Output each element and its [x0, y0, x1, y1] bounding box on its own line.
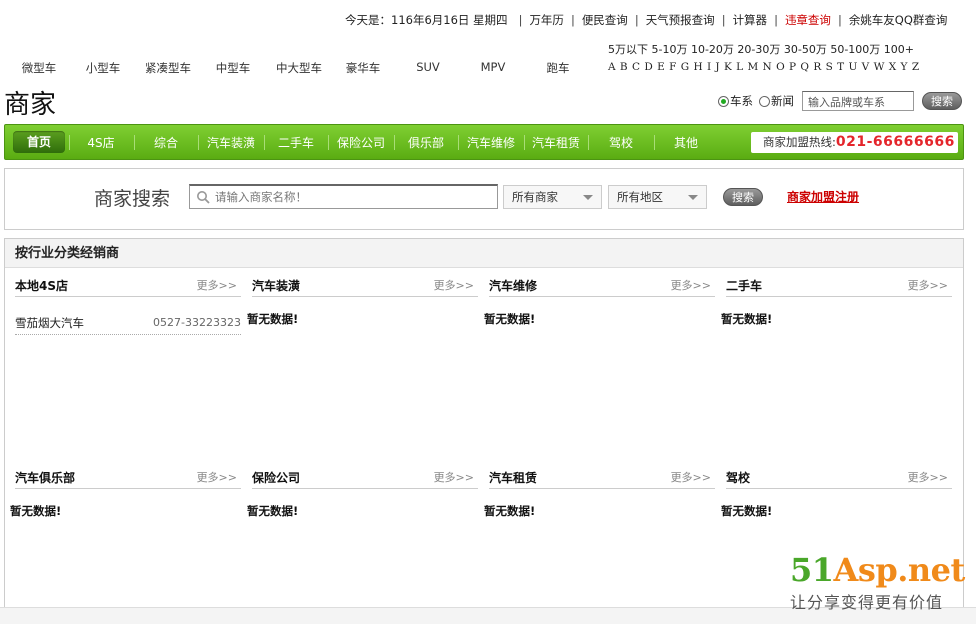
car-type-compact[interactable]: 紧凑型车 — [145, 60, 191, 76]
chevron-down-icon — [688, 195, 698, 200]
nav-used-car[interactable]: 二手车 — [278, 134, 314, 151]
car-type-suv[interactable]: SUV — [416, 60, 440, 74]
brand-search-input[interactable]: 输入品牌或车系 — [802, 91, 914, 111]
empty-message: 暂无数据! — [484, 504, 536, 518]
merchant-join-link[interactable]: 商家加盟注册 — [787, 188, 859, 205]
merchant-search-button[interactable]: 搜索 — [723, 188, 763, 206]
brand-letter-index[interactable]: A B C D E F G H I J K L M N O P Q R S T … — [608, 61, 920, 73]
area-select[interactable]: 所有地区 — [608, 185, 707, 209]
merchant-search-panel: 商家搜索 请输入商家名称！ 所有商家 所有地区 搜索 商家加盟注册 — [4, 168, 964, 230]
more-link[interactable]: 更多>> — [434, 275, 474, 297]
empty-message: 暂无数据! — [721, 312, 773, 326]
car-type-mid[interactable]: 中型车 — [216, 60, 251, 76]
radio-selected-icon[interactable] — [718, 95, 729, 107]
radio-news[interactable]: 新闻 — [759, 93, 794, 109]
hotline-number: 021-66666666 — [835, 134, 955, 150]
category-insurance: 保险公司 更多>> — [252, 467, 478, 489]
link-weather[interactable]: 天气预报查询 — [646, 12, 715, 28]
link-calendar[interactable]: 万年历 — [529, 12, 564, 28]
link-convenience-query[interactable]: 便民查询 — [582, 12, 628, 28]
nav-4s-store[interactable]: 4S店 — [87, 134, 114, 151]
price-range-links[interactable]: 5万以下 5-10万 10-20万 20-30万 30-50万 50-100万 … — [608, 41, 914, 57]
watermark-slogan: 让分享变得更有价值 — [790, 593, 944, 612]
more-link[interactable]: 更多>> — [671, 467, 711, 489]
more-link[interactable]: 更多>> — [434, 467, 474, 489]
more-link[interactable]: 更多>> — [197, 467, 237, 489]
section-heading: 按行业分类经销商 — [5, 239, 963, 268]
empty-message: 暂无数据! — [247, 312, 299, 326]
header-search-button[interactable]: 搜索 — [922, 92, 962, 110]
date-text: 今天是：116年6月16日 星期四 — [345, 13, 508, 27]
list-item[interactable]: 雪茄烟大汽车 0527-33223323 — [15, 311, 241, 335]
nav-repair[interactable]: 汽车维修 — [467, 134, 515, 151]
category-used-car: 二手车 更多>> — [726, 275, 952, 297]
nav-general[interactable]: 综合 — [154, 134, 178, 151]
empty-message: 暂无数据! — [484, 312, 536, 326]
watermark-logo: 51Asp.net 让分享变得更有价值 — [790, 551, 965, 612]
more-link[interactable]: 更多>> — [908, 275, 948, 297]
category-repair: 汽车维修 更多>> — [489, 275, 715, 297]
car-type-mpv[interactable]: MPV — [481, 60, 506, 74]
link-calculator[interactable]: 计算器 — [733, 12, 768, 28]
car-type-midlarge[interactable]: 中大型车 — [276, 60, 322, 76]
link-violation-query[interactable]: 违章查询 — [785, 12, 831, 28]
nav-other[interactable]: 其他 — [674, 134, 698, 151]
page-title: 商家 — [4, 90, 57, 120]
shop-name[interactable]: 雪茄烟大汽车 — [15, 316, 84, 330]
radio-car-series[interactable]: 车系 — [718, 93, 753, 109]
shop-phone: 0527-33223323 — [153, 316, 241, 329]
category-club: 汽车俱乐部 更多>> — [15, 467, 241, 489]
nav-club[interactable]: 俱乐部 — [408, 134, 444, 151]
search-icon — [197, 191, 210, 204]
more-link[interactable]: 更多>> — [671, 275, 711, 297]
category-4s-store: 本地4S店 更多>> — [15, 275, 241, 297]
empty-message: 暂无数据! — [10, 504, 62, 518]
category-driving-school: 驾校 更多>> — [726, 467, 952, 489]
category-rental: 汽车租赁 更多>> — [489, 467, 715, 489]
nav-decoration[interactable]: 汽车装潢 — [207, 134, 255, 151]
empty-message: 暂无数据! — [247, 504, 299, 518]
merchant-type-select[interactable]: 所有商家 — [503, 185, 602, 209]
more-link[interactable]: 更多>> — [197, 275, 237, 297]
header-search: 车系 新闻 输入品牌或车系 搜索 — [718, 90, 962, 112]
car-type-sports[interactable]: 跑车 — [547, 60, 570, 76]
merchant-hotline: 商家加盟热线:021-66666666 — [751, 132, 958, 153]
merchant-name-input[interactable]: 请输入商家名称！ — [189, 184, 498, 209]
link-qq-group[interactable]: 余姚车友QQ群查询 — [849, 12, 948, 28]
car-type-small[interactable]: 小型车 — [86, 60, 121, 76]
merchant-search-label: 商家搜索 — [94, 188, 171, 210]
empty-message: 暂无数据! — [721, 504, 773, 518]
top-utility-bar: 今天是：116年6月16日 星期四 | 万年历 | 便民查询 | 天气预报查询 … — [345, 12, 948, 28]
category-decoration: 汽车装潢 更多>> — [252, 275, 478, 297]
more-link[interactable]: 更多>> — [908, 467, 948, 489]
car-type-micro[interactable]: 微型车 — [22, 60, 57, 76]
chevron-down-icon — [583, 195, 593, 200]
nav-rental[interactable]: 汽车租赁 — [532, 134, 580, 151]
nav-home[interactable]: 首页 — [13, 131, 65, 153]
radio-unselected-icon[interactable] — [759, 95, 770, 107]
car-type-luxury[interactable]: 豪华车 — [346, 60, 381, 76]
car-type-nav: 微型车 小型车 紧凑型车 中型车 中大型车 豪华车 SUV MPV 跑车 — [0, 60, 590, 76]
nav-insurance[interactable]: 保险公司 — [337, 134, 385, 151]
main-nav: 首页 4S店 综合 汽车装潢 二手车 保险公司 俱乐部 汽车维修 汽车租赁 驾校… — [4, 124, 964, 160]
nav-driving-school[interactable]: 驾校 — [609, 134, 633, 151]
